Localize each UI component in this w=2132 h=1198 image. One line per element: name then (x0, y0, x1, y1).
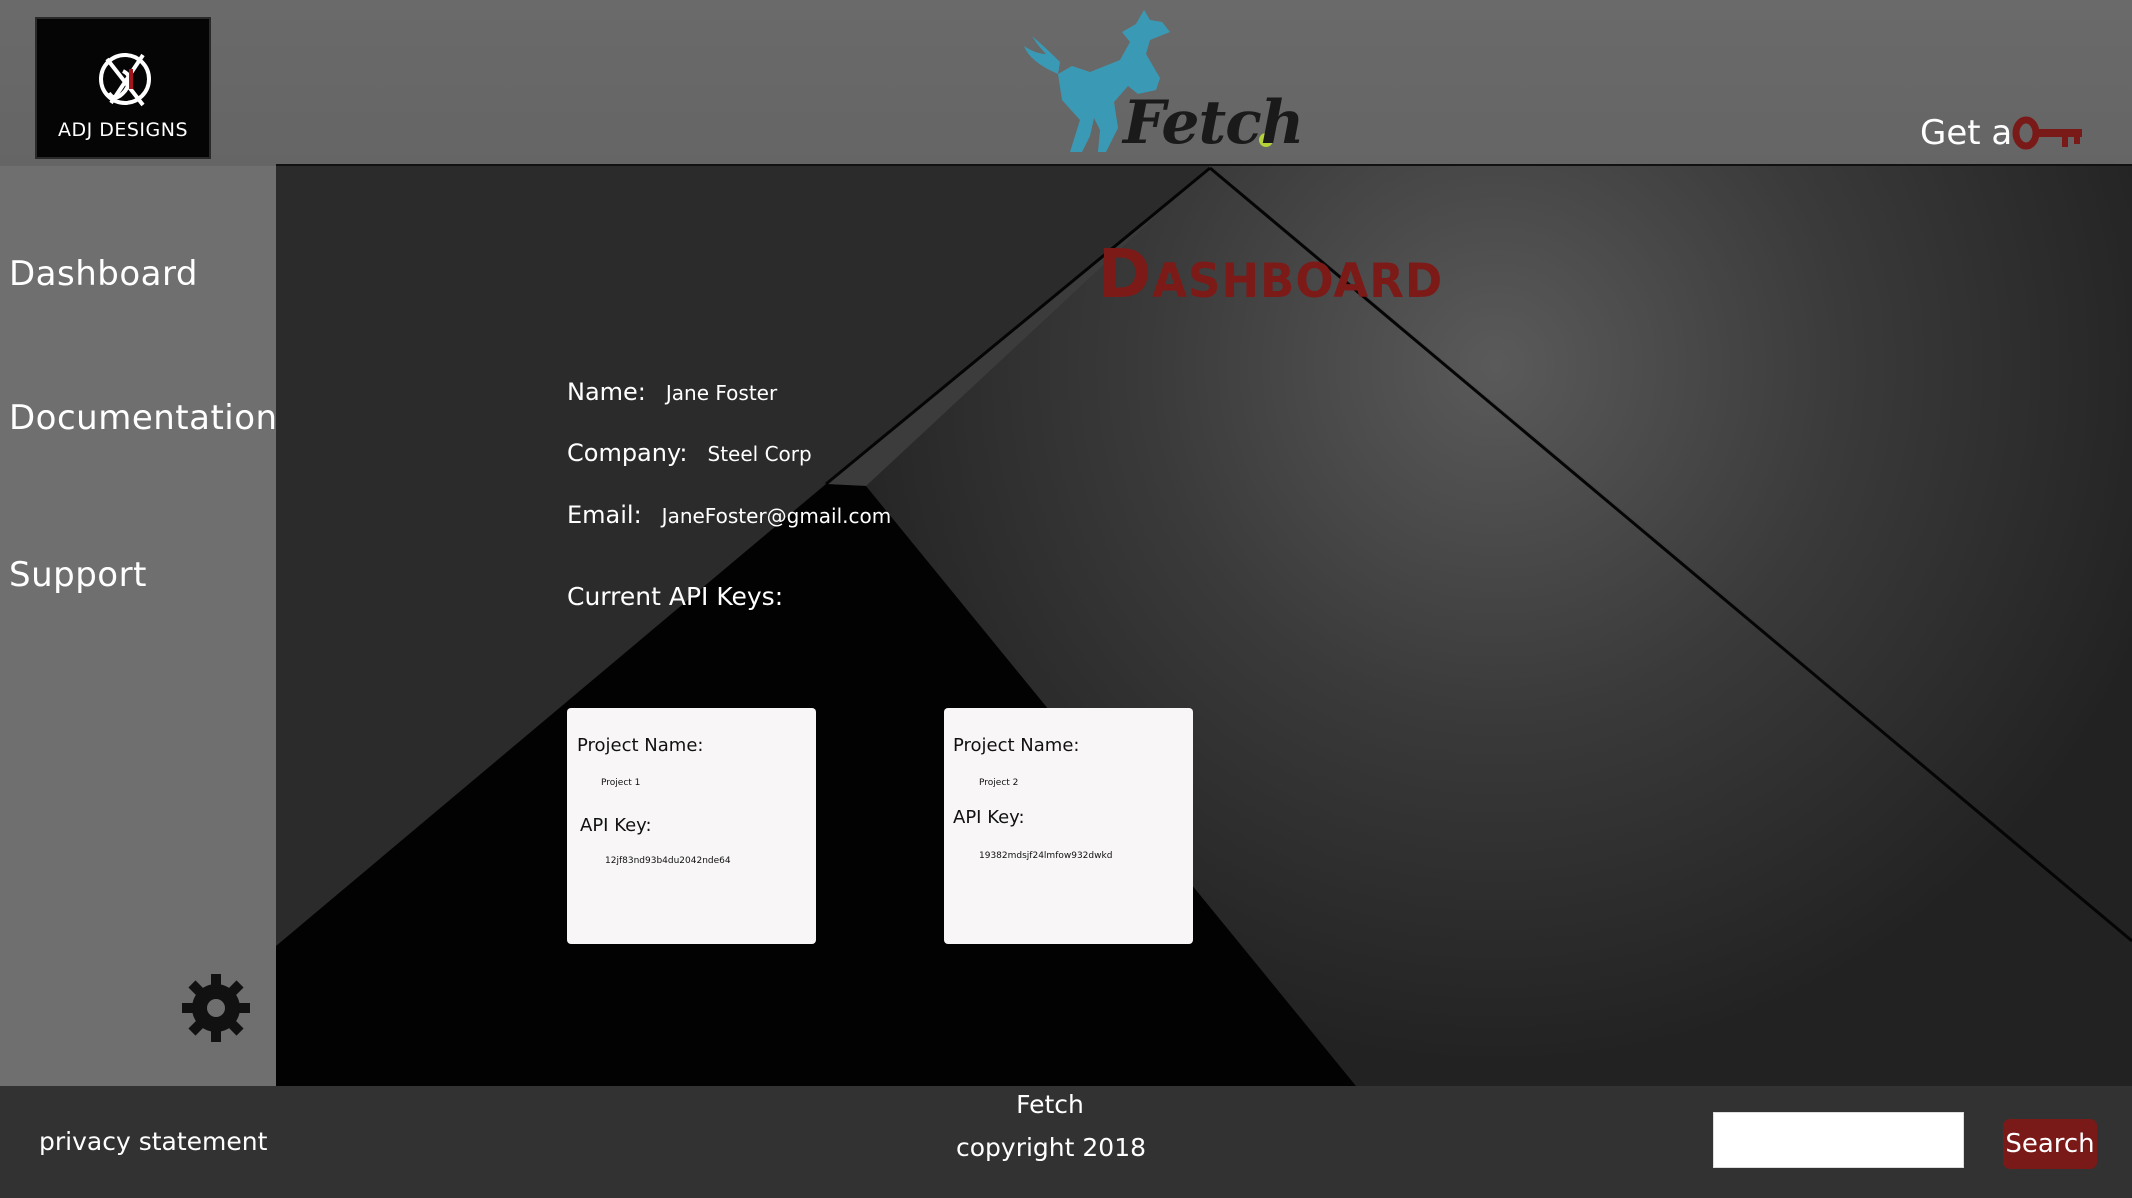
top-header: ADJ DESIGNS Fetch Get a (0, 0, 2132, 166)
get-key-label: Get a (1920, 113, 2013, 153)
api-key-label: API Key: (953, 807, 1025, 828)
page-title: Dashboard (1098, 236, 1444, 314)
profile-email: Email: JaneFoster@gmail.com (567, 501, 891, 529)
api-key-value[interactable]: 12jf83nd93b4du2042nde64 (605, 856, 731, 866)
email-label: Email: (567, 501, 642, 529)
project-name-label: Project Name: (577, 735, 704, 756)
logo-text: ADJ DESIGNS (57, 119, 189, 141)
profile-name: Name: Jane Foster (567, 378, 777, 406)
email-value: JaneFoster@gmail.com (661, 504, 892, 528)
key-icon (2012, 116, 2083, 150)
company-value: Steel Corp (707, 442, 812, 466)
sidebar-item-support[interactable]: Support (9, 555, 147, 595)
api-key-card[interactable]: Project Name: Project 2 API Key: 19382md… (944, 708, 1193, 944)
api-key-label: API Key: (580, 815, 652, 836)
sidebar: Dashboard Documentation Support (0, 166, 278, 1086)
api-keys-heading: Current API Keys: (567, 582, 784, 611)
get-api-key-link[interactable]: Get a (1920, 108, 2084, 158)
privacy-statement-link[interactable]: privacy statement (39, 1127, 267, 1156)
name-value: Jane Foster (665, 381, 778, 405)
footer-brand: Fetch (1016, 1090, 1084, 1119)
search-input[interactable] (1713, 1112, 1964, 1168)
profile-company: Company: Steel Corp (567, 439, 812, 467)
project-name-label: Project Name: (953, 735, 1080, 756)
adj-monogram-icon (99, 53, 151, 107)
project-name-value: Project 1 (601, 778, 641, 788)
api-key-card[interactable]: Project Name: Project 1 API Key: 12jf83n… (567, 708, 816, 944)
brand-wordmark: Fetch (1123, 88, 1304, 158)
footer-copyright: copyright 2018 (955, 1133, 1146, 1162)
company-label: Company: (567, 439, 688, 467)
adj-designs-logo[interactable]: ADJ DESIGNS (35, 17, 211, 159)
sidebar-item-documentation[interactable]: Documentation (9, 398, 278, 438)
name-label: Name: (567, 378, 646, 406)
gear-icon[interactable] (180, 972, 252, 1044)
api-key-value[interactable]: 19382mdsjf24lmfow932dwkd (979, 851, 1112, 861)
project-name-value: Project 2 (979, 778, 1019, 788)
main-panel: Dashboard (276, 166, 2132, 1086)
sidebar-item-dashboard[interactable]: Dashboard (9, 254, 198, 294)
search-button[interactable]: Search (2003, 1119, 2097, 1169)
